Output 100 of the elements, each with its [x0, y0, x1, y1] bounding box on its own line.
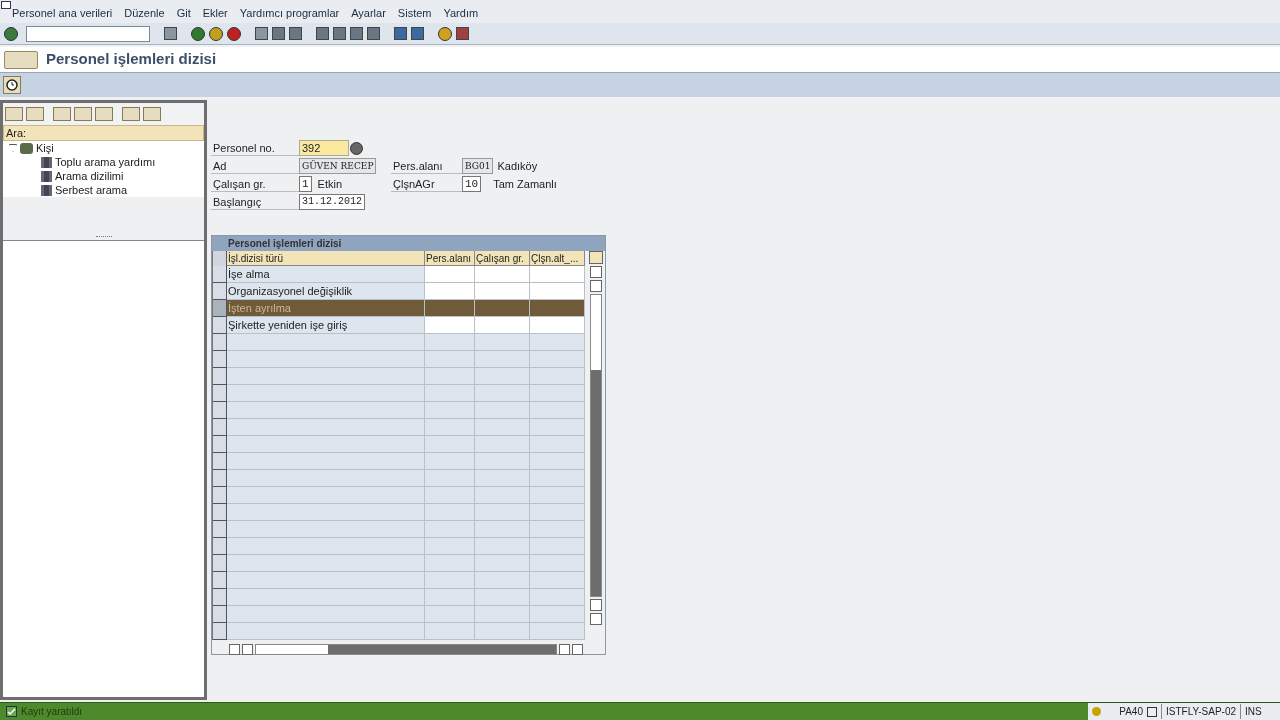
input-field[interactable]: 392 — [299, 140, 349, 156]
table-cell — [475, 487, 530, 504]
table-cell[interactable] — [530, 266, 585, 283]
row-selector[interactable] — [213, 300, 227, 317]
command-field[interactable] — [26, 25, 150, 42]
column-header[interactable]: Çlşn.alt_... — [530, 251, 585, 266]
row-selector[interactable] — [213, 538, 227, 555]
table-cell — [475, 623, 530, 640]
table-cell[interactable]: İşe alma — [227, 266, 425, 283]
table-cell[interactable] — [425, 317, 475, 334]
table-cell — [475, 504, 530, 521]
resize-handle[interactable] — [95, 236, 112, 238]
menu-item[interactable]: Sistem — [397, 4, 432, 21]
help-button[interactable] — [350, 141, 363, 155]
table-cell[interactable] — [475, 283, 530, 300]
scroll-down-button[interactable] — [590, 613, 602, 625]
row-selector[interactable] — [213, 504, 227, 521]
table-cell — [475, 589, 530, 606]
table-cell — [425, 436, 475, 453]
table-cell[interactable] — [530, 300, 585, 317]
row-selector[interactable] — [213, 555, 227, 572]
row-selector[interactable] — [213, 623, 227, 640]
menu-item[interactable]: Git — [176, 4, 191, 21]
table-cell[interactable] — [475, 266, 530, 283]
scroll-right-button[interactable] — [572, 644, 583, 655]
horizontal-scrollbar[interactable] — [255, 644, 557, 655]
session-icon[interactable] — [1146, 706, 1157, 717]
scroll-right-button[interactable] — [242, 644, 253, 655]
tree-item[interactable]: Kişi — [36, 139, 54, 157]
column-header[interactable]: Pers.alanı — [425, 251, 475, 266]
status-message: Kayıt yaratıldı — [21, 705, 83, 719]
table-cell — [425, 470, 475, 487]
scroll-up-button[interactable] — [590, 599, 602, 611]
table-cell — [475, 606, 530, 623]
row-selector[interactable] — [213, 402, 227, 419]
row-selector[interactable] — [213, 351, 227, 368]
vertical-scrollbar[interactable] — [590, 294, 602, 597]
row-selector[interactable] — [213, 589, 227, 606]
row-selector[interactable] — [213, 334, 227, 351]
scroll-left-button[interactable] — [229, 644, 240, 655]
table-cell — [475, 368, 530, 385]
input-field[interactable]: BG01 — [462, 158, 494, 174]
field-text: Kadıköy — [496, 159, 538, 174]
row-selector[interactable] — [213, 487, 227, 504]
table-cell — [530, 521, 585, 538]
row-selector[interactable] — [213, 606, 227, 623]
table-cell — [475, 453, 530, 470]
scroll-left-button[interactable] — [559, 644, 570, 655]
table-cell[interactable] — [425, 283, 475, 300]
table-cell[interactable] — [425, 266, 475, 283]
menu-item[interactable]: Personel ana verileri — [12, 4, 113, 21]
app-icon[interactable] — [1, 1, 11, 9]
table-cell — [425, 453, 475, 470]
menu-item[interactable]: Ekler — [202, 4, 228, 21]
menu-item[interactable]: Yardım — [443, 4, 479, 21]
table-cell[interactable] — [530, 283, 585, 300]
table-cell — [425, 402, 475, 419]
table-cell — [530, 351, 585, 368]
row-selector[interactable] — [213, 521, 227, 538]
screen-icon[interactable] — [4, 50, 38, 69]
table-cell[interactable] — [530, 317, 585, 334]
table-cell[interactable]: Organizasyonel değişiklik — [227, 283, 425, 300]
input-field[interactable]: GÜVEN RECEP — [299, 158, 377, 174]
table-cell — [475, 351, 530, 368]
scroll-down-button[interactable] — [590, 280, 602, 292]
row-selector[interactable] — [213, 436, 227, 453]
row-selector[interactable] — [213, 283, 227, 300]
scroll-up-button[interactable] — [590, 266, 602, 278]
menu-item[interactable]: Ayarlar — [351, 4, 386, 21]
table-cell[interactable] — [475, 317, 530, 334]
row-selector[interactable] — [213, 368, 227, 385]
check-icon — [6, 706, 17, 717]
table-cell[interactable] — [425, 300, 475, 317]
enter-button[interactable] — [4, 26, 18, 41]
input-field[interactable]: 10 — [462, 176, 482, 192]
clock-button[interactable] — [3, 76, 21, 94]
row-selector[interactable] — [213, 572, 227, 589]
row-selector[interactable] — [213, 266, 227, 283]
table-cell[interactable]: Şirkette yeniden işe giriş — [227, 317, 425, 334]
menu-item[interactable]: Yardımcı programlar — [239, 4, 340, 21]
table-cell — [475, 521, 530, 538]
row-selector[interactable] — [213, 453, 227, 470]
row-selector[interactable] — [213, 385, 227, 402]
table-cell — [475, 470, 530, 487]
row-selector[interactable] — [213, 317, 227, 334]
table-cell — [530, 538, 585, 555]
input-field[interactable]: 31.12.2012 — [299, 194, 365, 210]
table-cell — [425, 334, 475, 351]
input-field[interactable]: 1 — [299, 176, 312, 192]
column-header[interactable]: Çalışan gr. — [475, 251, 530, 266]
input-mode: INS — [1240, 704, 1280, 719]
menu-item[interactable]: Düzenle — [124, 4, 165, 21]
column-header[interactable]: İşl.dizisi türü — [227, 251, 425, 266]
table-cell — [475, 538, 530, 555]
row-selector[interactable] — [213, 419, 227, 436]
table-corner[interactable] — [213, 251, 227, 266]
table-cell — [530, 470, 585, 487]
row-selector[interactable] — [213, 470, 227, 487]
table-cell[interactable] — [475, 300, 530, 317]
table-cell — [530, 402, 585, 419]
